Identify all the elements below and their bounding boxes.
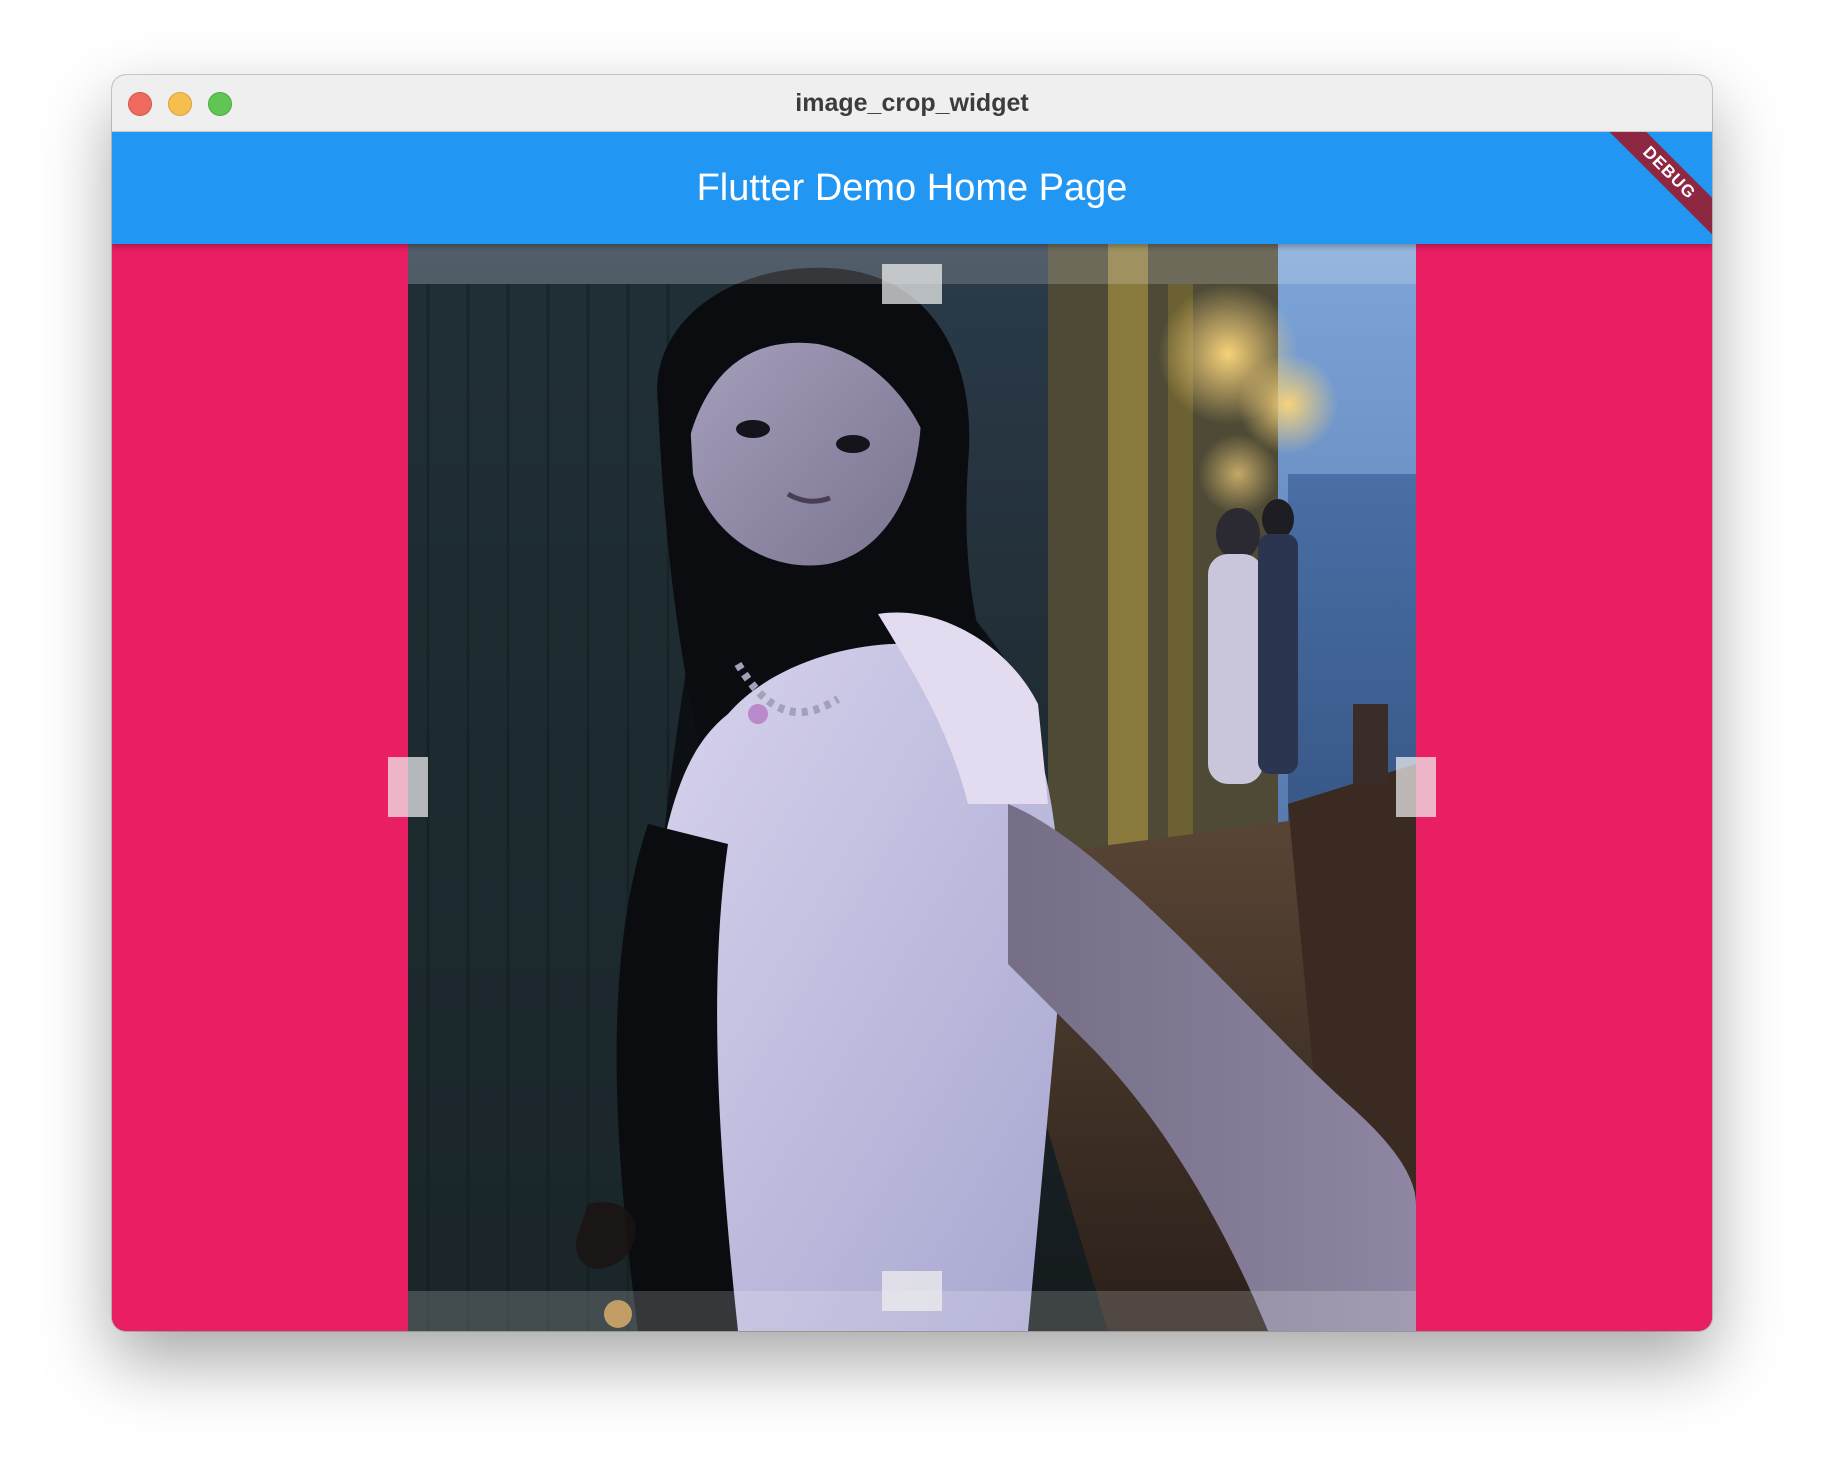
crop-handle-bottom[interactable] — [882, 1271, 942, 1311]
photo-illustration — [408, 244, 1416, 1331]
debug-banner: DEBUG — [1592, 132, 1712, 252]
crop-area — [112, 244, 1712, 1331]
app-window: image_crop_widget Flutter Demo Home Page… — [112, 75, 1712, 1331]
debug-banner-label: DEBUG — [1592, 132, 1712, 250]
crop-handle-top[interactable] — [882, 264, 942, 304]
crop-handle-left[interactable] — [388, 757, 428, 817]
crop-image[interactable] — [408, 244, 1416, 1331]
window-titlebar[interactable]: image_crop_widget — [112, 75, 1712, 132]
app-bar-title: Flutter Demo Home Page — [696, 167, 1128, 209]
window-title: image_crop_widget — [795, 89, 1029, 117]
crop-handle-right[interactable] — [1396, 757, 1436, 817]
app-bar: Flutter Demo Home Page — [112, 132, 1712, 244]
